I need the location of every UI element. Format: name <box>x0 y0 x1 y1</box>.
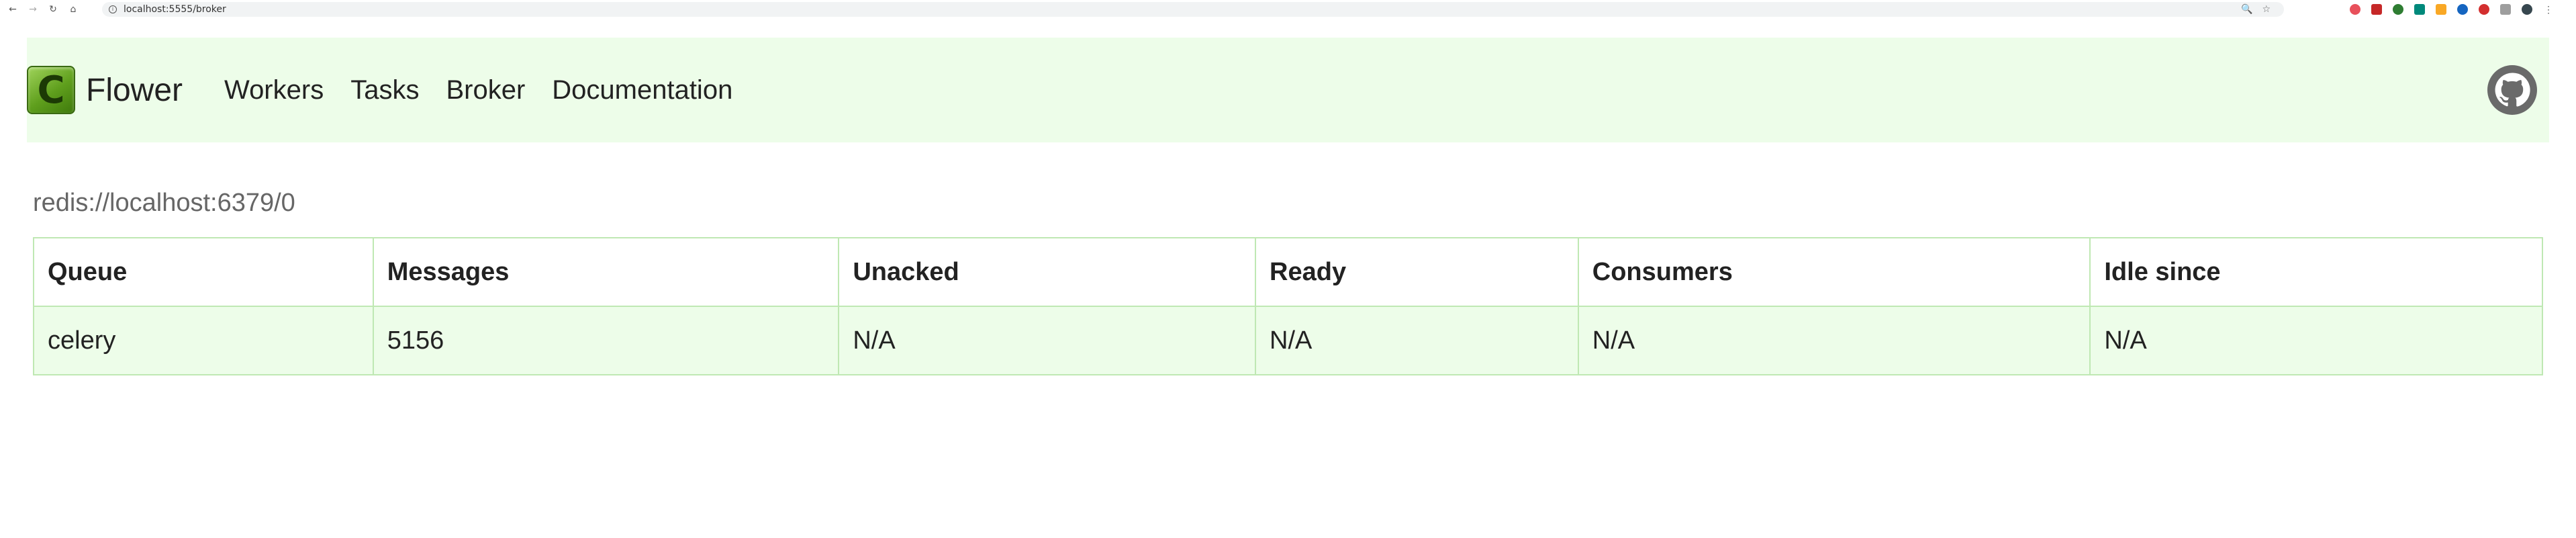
github-octocat-icon <box>2495 73 2530 107</box>
extensions-bar: ⋮ <box>2350 2 2554 17</box>
celery-logo-icon: C <box>27 66 75 114</box>
column-header-consumers[interactable]: Consumers <box>1577 237 2091 307</box>
table-header-row: Queue Messages Unacked Ready Consumers I… <box>33 237 2543 307</box>
column-header-queue[interactable]: Queue <box>33 237 374 307</box>
back-arrow-icon[interactable]: ← <box>5 2 20 17</box>
cell-idle-since: N/A <box>2089 306 2543 375</box>
reload-icon[interactable]: ↻ <box>46 2 60 17</box>
cell-ready: N/A <box>1255 306 1579 375</box>
column-header-unacked[interactable]: Unacked <box>838 237 1257 307</box>
nav-link-tasks[interactable]: Tasks <box>350 75 419 105</box>
brand-name[interactable]: Flower <box>86 72 183 109</box>
nav-link-documentation[interactable]: Documentation <box>552 75 732 105</box>
extension-opera-icon[interactable] <box>2479 4 2489 15</box>
github-icon[interactable] <box>2487 65 2537 115</box>
address-bar[interactable]: i localhost:5555/broker 🔍 ☆ <box>102 2 2284 17</box>
zoom-icon[interactable]: 🔍 <box>2241 4 2252 15</box>
broker-url: redis://localhost:6379/0 <box>33 189 295 217</box>
address-url[interactable]: localhost:5555/broker <box>124 4 226 15</box>
cell-unacked: N/A <box>838 306 1257 375</box>
nav-links: Workers Tasks Broker Documentation <box>224 75 732 105</box>
table-row: celery 5156 N/A N/A N/A N/A <box>33 306 2543 375</box>
cell-queue: celery <box>33 306 374 375</box>
nav-link-workers[interactable]: Workers <box>224 75 324 105</box>
extension-pocket-icon[interactable] <box>2350 4 2360 15</box>
extensions-puzzle-icon[interactable] <box>2500 4 2511 15</box>
navbar: C Flower Workers Tasks Broker Documentat… <box>27 38 2549 142</box>
home-icon[interactable]: ⌂ <box>66 2 81 17</box>
column-header-ready[interactable]: Ready <box>1255 237 1579 307</box>
extension-red-icon[interactable] <box>2371 4 2382 15</box>
column-header-idle-since[interactable]: Idle since <box>2089 237 2543 307</box>
nav-link-broker[interactable]: Broker <box>446 75 525 105</box>
extension-green-icon[interactable] <box>2393 4 2403 15</box>
browser-toolbar: ← → ↻ ⌂ i localhost:5555/broker 🔍 ☆ ⋮ <box>0 0 2576 19</box>
extension-sound-icon[interactable] <box>2457 4 2468 15</box>
extension-teal-icon[interactable] <box>2414 4 2425 15</box>
brand-link[interactable]: C Flower <box>27 66 183 114</box>
cell-messages: 5156 <box>372 306 840 375</box>
bookmark-star-icon[interactable]: ☆ <box>2262 4 2271 15</box>
profile-avatar-icon[interactable] <box>2522 4 2532 15</box>
queues-table: Queue Messages Unacked Ready Consumers I… <box>33 237 2543 375</box>
menu-kebab-icon[interactable]: ⋮ <box>2543 4 2554 15</box>
site-info-icon[interactable]: i <box>109 5 117 13</box>
extension-pencil-icon[interactable] <box>2436 4 2446 15</box>
cell-consumers: N/A <box>1577 306 2091 375</box>
forward-arrow-icon[interactable]: → <box>26 2 40 17</box>
column-header-messages[interactable]: Messages <box>372 237 840 307</box>
